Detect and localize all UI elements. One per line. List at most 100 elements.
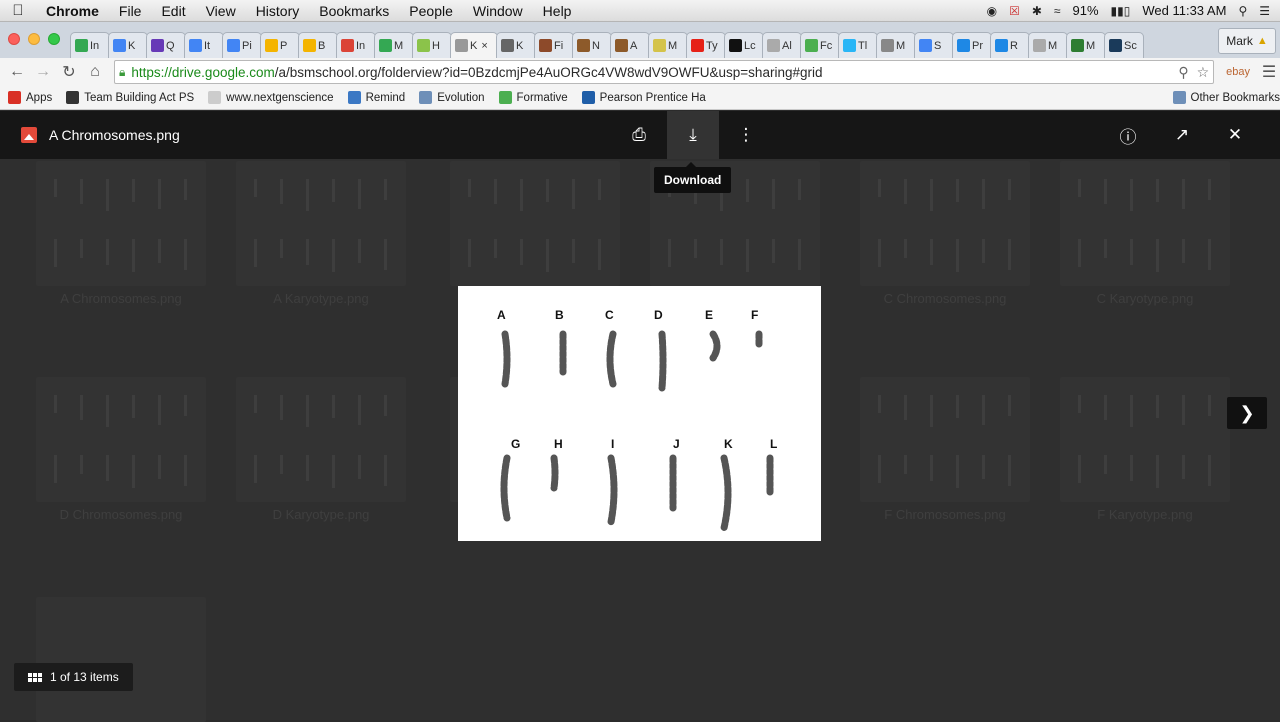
item-counter[interactable]: 1 of 13 items — [14, 663, 133, 691]
open-new-window-icon[interactable]: ↗ — [1164, 111, 1200, 159]
browser-tab[interactable]: S — [914, 32, 954, 58]
menu-window[interactable]: Window — [463, 3, 533, 19]
browser-tab[interactable]: M — [1028, 32, 1068, 58]
browser-tab[interactable]: Fc — [800, 32, 840, 58]
bookmark-item[interactable]: Apps — [8, 91, 52, 104]
browser-tab[interactable]: M — [648, 32, 688, 58]
browser-tab[interactable]: Q — [146, 32, 186, 58]
browser-tab[interactable]: Lc — [724, 32, 764, 58]
browser-tab[interactable]: B — [298, 32, 338, 58]
next-file-button[interactable]: ❯ — [1227, 397, 1267, 429]
close-x-icon[interactable]: ☒ — [1009, 4, 1020, 18]
browser-tab[interactable]: Pr — [952, 32, 992, 58]
info-icon[interactable]: ⓘ — [1110, 111, 1146, 159]
apple-icon[interactable]:  — [0, 2, 36, 19]
browser-tab[interactable]: M — [876, 32, 916, 58]
zoom-window-button[interactable] — [48, 33, 60, 45]
clock[interactable]: Wed 11:33 AM — [1142, 3, 1226, 18]
bookmark-item[interactable]: Team Building Act PS — [66, 91, 194, 104]
close-tab-icon[interactable]: × — [481, 40, 487, 52]
menu-edit[interactable]: Edit — [151, 3, 195, 19]
ebay-extension-button[interactable]: ebay — [1222, 66, 1254, 78]
minimize-window-button[interactable] — [28, 33, 40, 45]
record-icon[interactable]: ◉ — [987, 4, 997, 18]
file-thumbnail[interactable] — [36, 161, 206, 286]
home-icon[interactable]: ⌂ — [84, 61, 106, 83]
browser-tab[interactable]: N — [572, 32, 612, 58]
browser-tab[interactable]: K × — [450, 32, 498, 58]
browser-tab[interactable]: K — [108, 32, 148, 58]
reload-icon[interactable]: ↻ — [58, 61, 80, 83]
back-arrow-icon[interactable]: ← — [6, 61, 28, 83]
browser-tab[interactable]: Pi — [222, 32, 262, 58]
tab-favicon-icon — [843, 39, 856, 52]
menu-people[interactable]: People — [399, 3, 463, 19]
file-thumbnail[interactable] — [236, 377, 406, 502]
file-thumbnail[interactable] — [860, 161, 1030, 286]
bookmark-star-icon[interactable]: ☆ — [1197, 64, 1210, 81]
tab-label: K — [128, 39, 136, 52]
browser-tab[interactable]: Tl — [838, 32, 878, 58]
bookmark-label: Pearson Prentice Ha — [599, 91, 706, 104]
chromosome-figure — [709, 330, 721, 362]
download-icon[interactable]: ⤓ — [667, 111, 719, 159]
bookmark-item[interactable]: Formative — [498, 91, 568, 104]
browser-tab[interactable]: Fi — [534, 32, 574, 58]
thumbnail-label: A Karyotype.png — [273, 291, 369, 306]
tab-label: In — [356, 39, 366, 52]
browser-tab[interactable]: P — [260, 32, 300, 58]
bookmark-item[interactable]: Evolution — [419, 91, 485, 104]
browser-tab[interactable]: R — [990, 32, 1030, 58]
close-icon[interactable]: ✕ — [1217, 111, 1253, 159]
print-icon[interactable]: ⎙ — [621, 111, 657, 159]
browser-tab[interactable]: Ty — [686, 32, 726, 58]
file-thumbnail[interactable] — [36, 597, 206, 722]
tab-label: S — [934, 39, 942, 52]
browser-tab[interactable]: K — [496, 32, 536, 58]
file-thumbnail[interactable] — [236, 161, 406, 286]
bookmark-item[interactable]: Pearson Prentice Ha — [581, 91, 706, 104]
address-bar[interactable]: 🔒︎ https://drive.google.com/a/bsmschool.… — [114, 60, 1215, 84]
profile-button[interactable]: Mark ▲ — [1218, 28, 1276, 54]
tab-favicon-icon — [615, 39, 628, 52]
browser-tab[interactable]: H — [412, 32, 452, 58]
tab-favicon-icon — [1109, 39, 1122, 52]
menu-help[interactable]: Help — [533, 3, 582, 19]
file-thumbnail[interactable] — [450, 161, 620, 286]
close-window-button[interactable] — [8, 33, 20, 45]
notification-list-icon[interactable]: ☰ — [1259, 4, 1270, 18]
more-options-icon[interactable]: ⋮ — [728, 111, 764, 159]
menu-view[interactable]: View — [196, 3, 246, 19]
spotlight-search-icon[interactable]: ⚲ — [1238, 4, 1247, 18]
browser-tab[interactable]: In — [70, 32, 110, 58]
chrome-menu-icon[interactable]: ☰ — [1258, 62, 1280, 82]
chromosome-figure — [500, 454, 511, 522]
browser-tab[interactable]: M — [1066, 32, 1106, 58]
browser-tab[interactable]: Sc — [1104, 32, 1144, 58]
chromosome-label: B — [555, 308, 564, 322]
forward-arrow-icon[interactable]: → — [32, 61, 54, 83]
bookmark-item[interactable]: Remind — [347, 91, 405, 104]
menu-chrome[interactable]: Chrome — [36, 3, 109, 19]
menu-bookmarks[interactable]: Bookmarks — [309, 3, 399, 19]
browser-tab[interactable]: Al — [762, 32, 802, 58]
chromosome-label: A — [497, 308, 506, 322]
file-thumbnail[interactable] — [1060, 161, 1230, 286]
lock-icon[interactable]: 🔒︎ — [119, 65, 125, 80]
file-thumbnail[interactable] — [36, 377, 206, 502]
bluetooth-icon[interactable]: ✱ — [1032, 4, 1042, 18]
browser-tab[interactable]: A — [610, 32, 650, 58]
browser-tab[interactable]: It — [184, 32, 224, 58]
menu-file[interactable]: File — [109, 3, 152, 19]
other-bookmarks[interactable]: Other Bookmarks — [1172, 91, 1280, 104]
battery-icon[interactable]: ▮▮▯ — [1111, 4, 1131, 18]
menu-history[interactable]: History — [246, 3, 310, 19]
browser-tab[interactable]: M — [374, 32, 414, 58]
bookmark-item[interactable]: www.nextgenscience — [208, 91, 334, 104]
wifi-icon[interactable]: ≈ — [1054, 4, 1061, 18]
tab-favicon-icon — [417, 39, 430, 52]
file-thumbnail[interactable] — [860, 377, 1030, 502]
zoom-icon[interactable]: ⚲ — [1178, 64, 1188, 81]
browser-tab[interactable]: In — [336, 32, 376, 58]
file-thumbnail[interactable] — [1060, 377, 1230, 502]
